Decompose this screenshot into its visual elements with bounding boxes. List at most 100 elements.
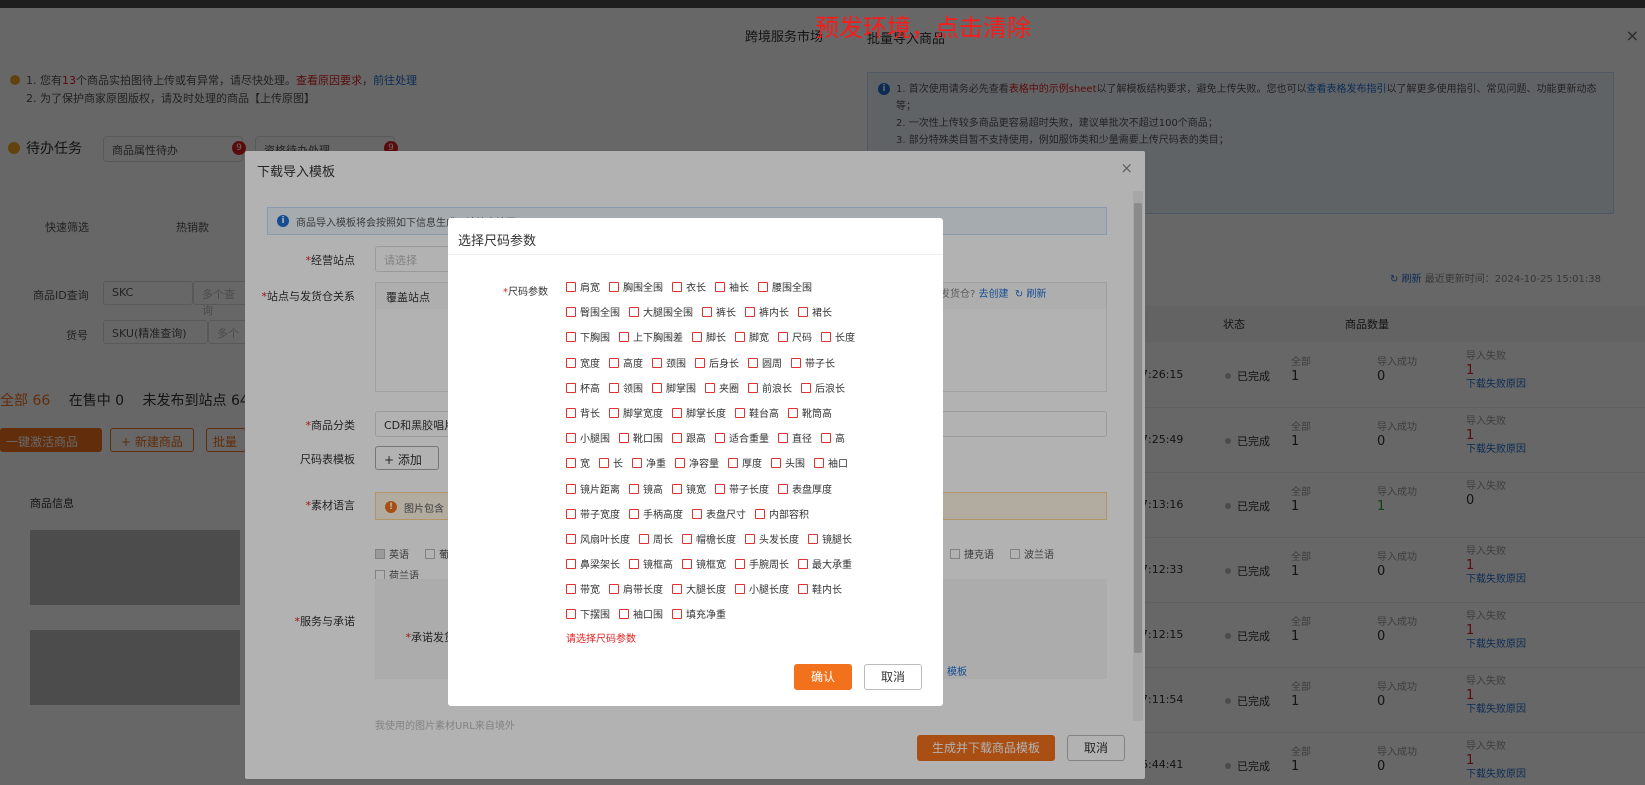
size-param-checkbox[interactable]: 最大承重 — [798, 558, 852, 574]
checkbox-box[interactable] — [652, 357, 662, 368]
checkbox-box[interactable] — [675, 458, 685, 469]
size-param-checkbox[interactable]: 下摆围 — [566, 608, 610, 624]
checkbox-box[interactable] — [619, 332, 629, 343]
checkbox-box[interactable] — [652, 382, 662, 393]
checkbox-box[interactable] — [748, 357, 758, 368]
checkbox-box[interactable] — [672, 433, 682, 444]
checkbox-box[interactable] — [672, 609, 682, 620]
size-param-checkbox[interactable]: 大腿围全围 — [629, 306, 693, 322]
checkbox-box[interactable] — [682, 559, 692, 570]
env-banner[interactable]: 预发环境，点击清除 — [815, 8, 1031, 43]
size-param-checkbox[interactable]: 领围 — [609, 382, 643, 398]
checkbox-box[interactable] — [801, 382, 811, 393]
size-param-checkbox[interactable]: 裙长 — [798, 306, 832, 322]
size-param-checkbox[interactable]: 袖长 — [715, 281, 749, 297]
checkbox-box[interactable] — [702, 307, 712, 318]
size-param-checkbox[interactable]: 表盘尺寸 — [692, 508, 746, 524]
size-param-checkbox[interactable]: 带宽 — [566, 583, 600, 599]
size-param-checkbox[interactable]: 夹圈 — [705, 382, 739, 398]
checkbox-box[interactable] — [566, 483, 576, 494]
size-param-checkbox[interactable]: 小腿长度 — [735, 583, 789, 599]
checkbox-box[interactable] — [715, 433, 725, 444]
checkbox-box[interactable] — [745, 533, 755, 544]
checkbox-box[interactable] — [672, 483, 682, 494]
checkbox-box[interactable] — [748, 382, 758, 393]
size-param-checkbox[interactable]: 颈围 — [652, 357, 686, 373]
size-param-checkbox[interactable]: 衣长 — [672, 281, 706, 297]
size-param-checkbox[interactable]: 杯高 — [566, 382, 600, 398]
checkbox-box[interactable] — [566, 307, 576, 318]
checkbox-box[interactable] — [735, 584, 745, 595]
size-param-checkbox[interactable]: 后身长 — [695, 357, 739, 373]
size-param-checkbox[interactable]: 靴筒高 — [788, 407, 832, 423]
checkbox-box[interactable] — [788, 407, 798, 418]
size-param-checkbox[interactable]: 后浪长 — [801, 382, 845, 398]
size-param-checkbox[interactable]: 尺码 — [778, 331, 812, 347]
checkbox-box[interactable] — [609, 382, 619, 393]
checkbox-box[interactable] — [566, 584, 576, 595]
checkbox-box[interactable] — [728, 458, 738, 469]
size-param-checkbox[interactable]: 小腿围 — [566, 432, 610, 448]
checkbox-box[interactable] — [609, 584, 619, 595]
checkbox-box[interactable] — [695, 357, 705, 368]
size-param-checkbox[interactable]: 袖口围 — [619, 608, 663, 624]
size-param-checkbox[interactable]: 适合重量 — [715, 432, 769, 448]
size-param-checkbox[interactable]: 长度 — [821, 331, 855, 347]
checkbox-box[interactable] — [629, 559, 639, 570]
checkbox-box[interactable] — [672, 407, 682, 418]
checkbox-box[interactable] — [672, 282, 682, 292]
checkbox-box[interactable] — [682, 533, 692, 544]
size-param-checkbox[interactable]: 手柄高度 — [629, 508, 683, 524]
size-param-checkbox[interactable]: 高度 — [609, 357, 643, 373]
size-param-checkbox[interactable]: 大腿长度 — [672, 583, 726, 599]
checkbox-box[interactable] — [755, 508, 765, 519]
checkbox-box[interactable] — [715, 483, 725, 494]
checkbox-box[interactable] — [566, 382, 576, 393]
size-param-checkbox[interactable]: 表盘厚度 — [778, 483, 832, 499]
checkbox-box[interactable] — [821, 433, 831, 444]
checkbox-box[interactable] — [566, 559, 576, 570]
size-param-checkbox[interactable]: 填充净重 — [672, 608, 726, 624]
size-param-checkbox[interactable]: 手腕周长 — [735, 558, 789, 574]
size-param-checkbox[interactable]: 背长 — [566, 407, 600, 423]
size-param-checkbox[interactable]: 袖口 — [814, 457, 848, 473]
checkbox-box[interactable] — [745, 307, 755, 318]
checkbox-box[interactable] — [778, 483, 788, 494]
checkbox-box[interactable] — [566, 357, 576, 368]
checkbox-box[interactable] — [692, 332, 702, 343]
checkbox-box[interactable] — [735, 559, 745, 570]
size-param-checkbox[interactable]: 风扇叶长度 — [566, 533, 630, 549]
size-param-checkbox[interactable]: 上下胸围差 — [619, 331, 683, 347]
checkbox-box[interactable] — [566, 609, 576, 620]
checkbox-box[interactable] — [771, 458, 781, 469]
size-param-checkbox[interactable]: 长 — [599, 457, 623, 473]
size-param-checkbox[interactable]: 臀围全围 — [566, 306, 620, 322]
checkbox-box[interactable] — [705, 382, 715, 393]
checkbox-box[interactable] — [632, 458, 642, 469]
size-param-checkbox[interactable]: 裤内长 — [745, 306, 789, 322]
size-param-checkbox[interactable]: 胸围全围 — [609, 281, 663, 297]
checkbox-box[interactable] — [619, 433, 629, 444]
checkbox-box[interactable] — [798, 584, 808, 595]
checkbox-box[interactable] — [821, 332, 831, 343]
checkbox-box[interactable] — [814, 458, 824, 469]
checkbox-box[interactable] — [629, 483, 639, 494]
size-param-checkbox[interactable]: 镜框宽 — [682, 558, 726, 574]
size-param-checkbox[interactable]: 肩宽 — [566, 281, 600, 297]
checkbox-box[interactable] — [609, 407, 619, 418]
checkbox-box[interactable] — [566, 282, 576, 292]
size-param-checkbox[interactable]: 腰围全围 — [758, 281, 812, 297]
size-param-checkbox[interactable]: 净容量 — [675, 457, 719, 473]
checkbox-box[interactable] — [735, 332, 745, 343]
size-param-checkbox[interactable]: 厚度 — [728, 457, 762, 473]
size-param-checkbox[interactable]: 带子长度 — [715, 483, 769, 499]
size-param-checkbox[interactable]: 直径 — [778, 432, 812, 448]
checkbox-box[interactable] — [735, 407, 745, 418]
size-param-checkbox[interactable]: 高 — [821, 432, 845, 448]
size-param-checkbox[interactable]: 鞋台高 — [735, 407, 779, 423]
checkbox-box[interactable] — [639, 533, 649, 544]
checkbox-box[interactable] — [629, 307, 639, 318]
size-param-checkbox[interactable]: 下胸围 — [566, 331, 610, 347]
size-param-checkbox[interactable]: 净重 — [632, 457, 666, 473]
size-param-checkbox[interactable]: 肩带长度 — [609, 583, 663, 599]
